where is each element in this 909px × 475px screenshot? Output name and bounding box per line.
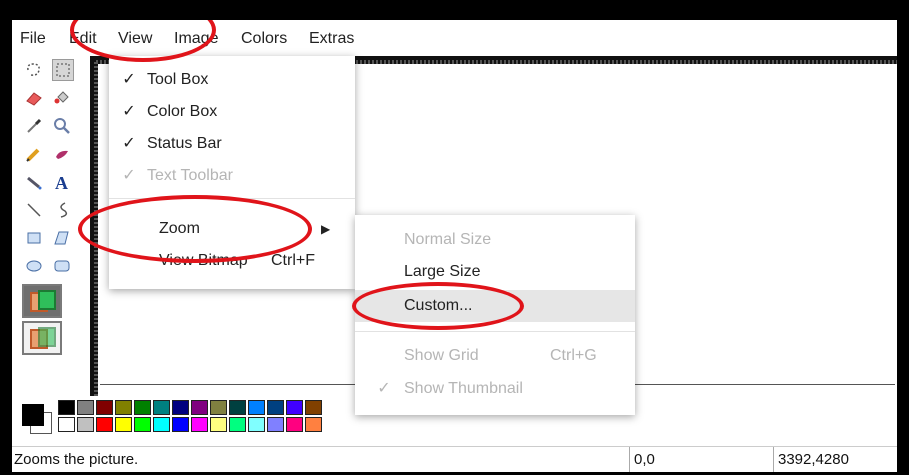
palette-swatch[interactable] bbox=[267, 400, 284, 415]
palette-swatch[interactable] bbox=[248, 417, 265, 432]
palette-swatch[interactable] bbox=[58, 400, 75, 415]
paint-window: File Edit View Image Colors Extras A Zoo… bbox=[12, 20, 897, 472]
pencil-icon[interactable] bbox=[24, 144, 44, 164]
transparent-overlay-icon bbox=[38, 327, 56, 347]
menu-item-label: Show Thumbnail bbox=[404, 380, 523, 397]
palette-swatch[interactable] bbox=[172, 400, 189, 415]
menu-item-text-toolbar: ✓ Text Toolbar bbox=[109, 160, 355, 192]
rect-select-icon[interactable] bbox=[52, 59, 74, 81]
palette-swatch[interactable] bbox=[267, 417, 284, 432]
menu-extras[interactable]: Extras bbox=[309, 20, 354, 56]
palette-swatch[interactable] bbox=[286, 400, 303, 415]
menu-item-label: Text Toolbar bbox=[147, 167, 233, 184]
palette-swatch[interactable] bbox=[286, 417, 303, 432]
status-divider bbox=[773, 447, 774, 472]
menu-item-label: Tool Box bbox=[147, 71, 209, 88]
polygon-icon[interactable] bbox=[52, 228, 72, 248]
palette-swatch[interactable] bbox=[58, 417, 75, 432]
opaque-option-button[interactable] bbox=[22, 284, 62, 318]
curve-icon[interactable] bbox=[52, 200, 72, 220]
palette-swatch[interactable] bbox=[172, 417, 189, 432]
menu-item-label: Color Box bbox=[147, 103, 218, 120]
palette-swatch[interactable] bbox=[210, 400, 227, 415]
annotation-ring-zoom bbox=[78, 195, 312, 263]
palette-swatch[interactable] bbox=[229, 417, 246, 432]
menu-file[interactable]: File bbox=[20, 20, 46, 56]
palette-swatch[interactable] bbox=[96, 400, 113, 415]
palette-swatch[interactable] bbox=[210, 417, 227, 432]
menu-item-tool-box[interactable]: ✓ Tool Box bbox=[109, 64, 355, 96]
palette-swatch[interactable] bbox=[191, 400, 208, 415]
check-icon: ✓ bbox=[377, 380, 391, 397]
status-bar: Zooms the picture. 0,0 3392,4280 bbox=[12, 446, 897, 472]
palette-swatch[interactable] bbox=[115, 400, 132, 415]
transparent-option-button[interactable] bbox=[22, 321, 62, 355]
ellipse-icon[interactable] bbox=[24, 256, 44, 276]
status-message: Zooms the picture. bbox=[14, 451, 139, 468]
menu-item-label: Status Bar bbox=[147, 135, 222, 152]
svg-text:A: A bbox=[55, 173, 68, 191]
free-select-icon[interactable] bbox=[24, 60, 44, 80]
menu-item-normal-size: Normal Size bbox=[355, 224, 635, 256]
image-size: 3392,4280 bbox=[778, 451, 849, 468]
foreground-color-swatch[interactable] bbox=[22, 404, 44, 426]
palette-swatch[interactable] bbox=[96, 417, 113, 432]
color-picker-icon[interactable] bbox=[24, 116, 44, 136]
cursor-position: 0,0 bbox=[634, 451, 655, 468]
palette-swatch[interactable] bbox=[153, 400, 170, 415]
palette-swatch[interactable] bbox=[115, 417, 132, 432]
menu-colors[interactable]: Colors bbox=[241, 20, 287, 56]
menu-item-label: Show Grid bbox=[404, 347, 479, 364]
check-icon: ✓ bbox=[122, 71, 136, 88]
eraser-icon[interactable] bbox=[24, 88, 44, 108]
magnifier-icon[interactable] bbox=[52, 116, 72, 136]
opaque-overlay-icon bbox=[38, 290, 56, 310]
palette-swatch[interactable] bbox=[153, 417, 170, 432]
check-icon: ✓ bbox=[122, 135, 136, 152]
annotation-ring-custom bbox=[352, 282, 524, 330]
line-icon[interactable] bbox=[24, 200, 44, 220]
menu-item-color-box[interactable]: ✓ Color Box bbox=[109, 96, 355, 128]
palette-swatch[interactable] bbox=[229, 400, 246, 415]
check-icon: ✓ bbox=[122, 167, 136, 184]
brush-icon[interactable] bbox=[52, 144, 72, 164]
menu-item-show-grid: Show Grid Ctrl+G bbox=[355, 340, 635, 372]
menu-item-large-size[interactable]: Large Size bbox=[355, 256, 635, 288]
menu-item-show-thumbnail: ✓ Show Thumbnail bbox=[355, 373, 635, 405]
menu-separator bbox=[355, 331, 635, 332]
rounded-rect-icon[interactable] bbox=[52, 256, 72, 276]
menu-shortcut: Ctrl+G bbox=[550, 347, 597, 364]
submenu-arrow-icon: ▶ bbox=[321, 222, 331, 236]
menu-item-status-bar[interactable]: ✓ Status Bar bbox=[109, 128, 355, 160]
palette-swatch[interactable] bbox=[191, 417, 208, 432]
text-icon[interactable]: A bbox=[52, 172, 72, 192]
menu-item-label: Normal Size bbox=[404, 231, 492, 248]
palette-swatch[interactable] bbox=[77, 417, 94, 432]
check-icon: ✓ bbox=[122, 103, 136, 120]
rectangle-icon[interactable] bbox=[24, 228, 44, 248]
palette-swatch[interactable] bbox=[77, 400, 94, 415]
status-divider bbox=[629, 447, 630, 472]
palette-swatch[interactable] bbox=[248, 400, 265, 415]
airbrush-icon[interactable] bbox=[24, 172, 44, 192]
palette-swatch[interactable] bbox=[134, 400, 151, 415]
palette-swatch[interactable] bbox=[305, 417, 322, 432]
palette-swatch[interactable] bbox=[134, 417, 151, 432]
fill-icon[interactable] bbox=[52, 88, 72, 108]
palette-swatch[interactable] bbox=[305, 400, 322, 415]
